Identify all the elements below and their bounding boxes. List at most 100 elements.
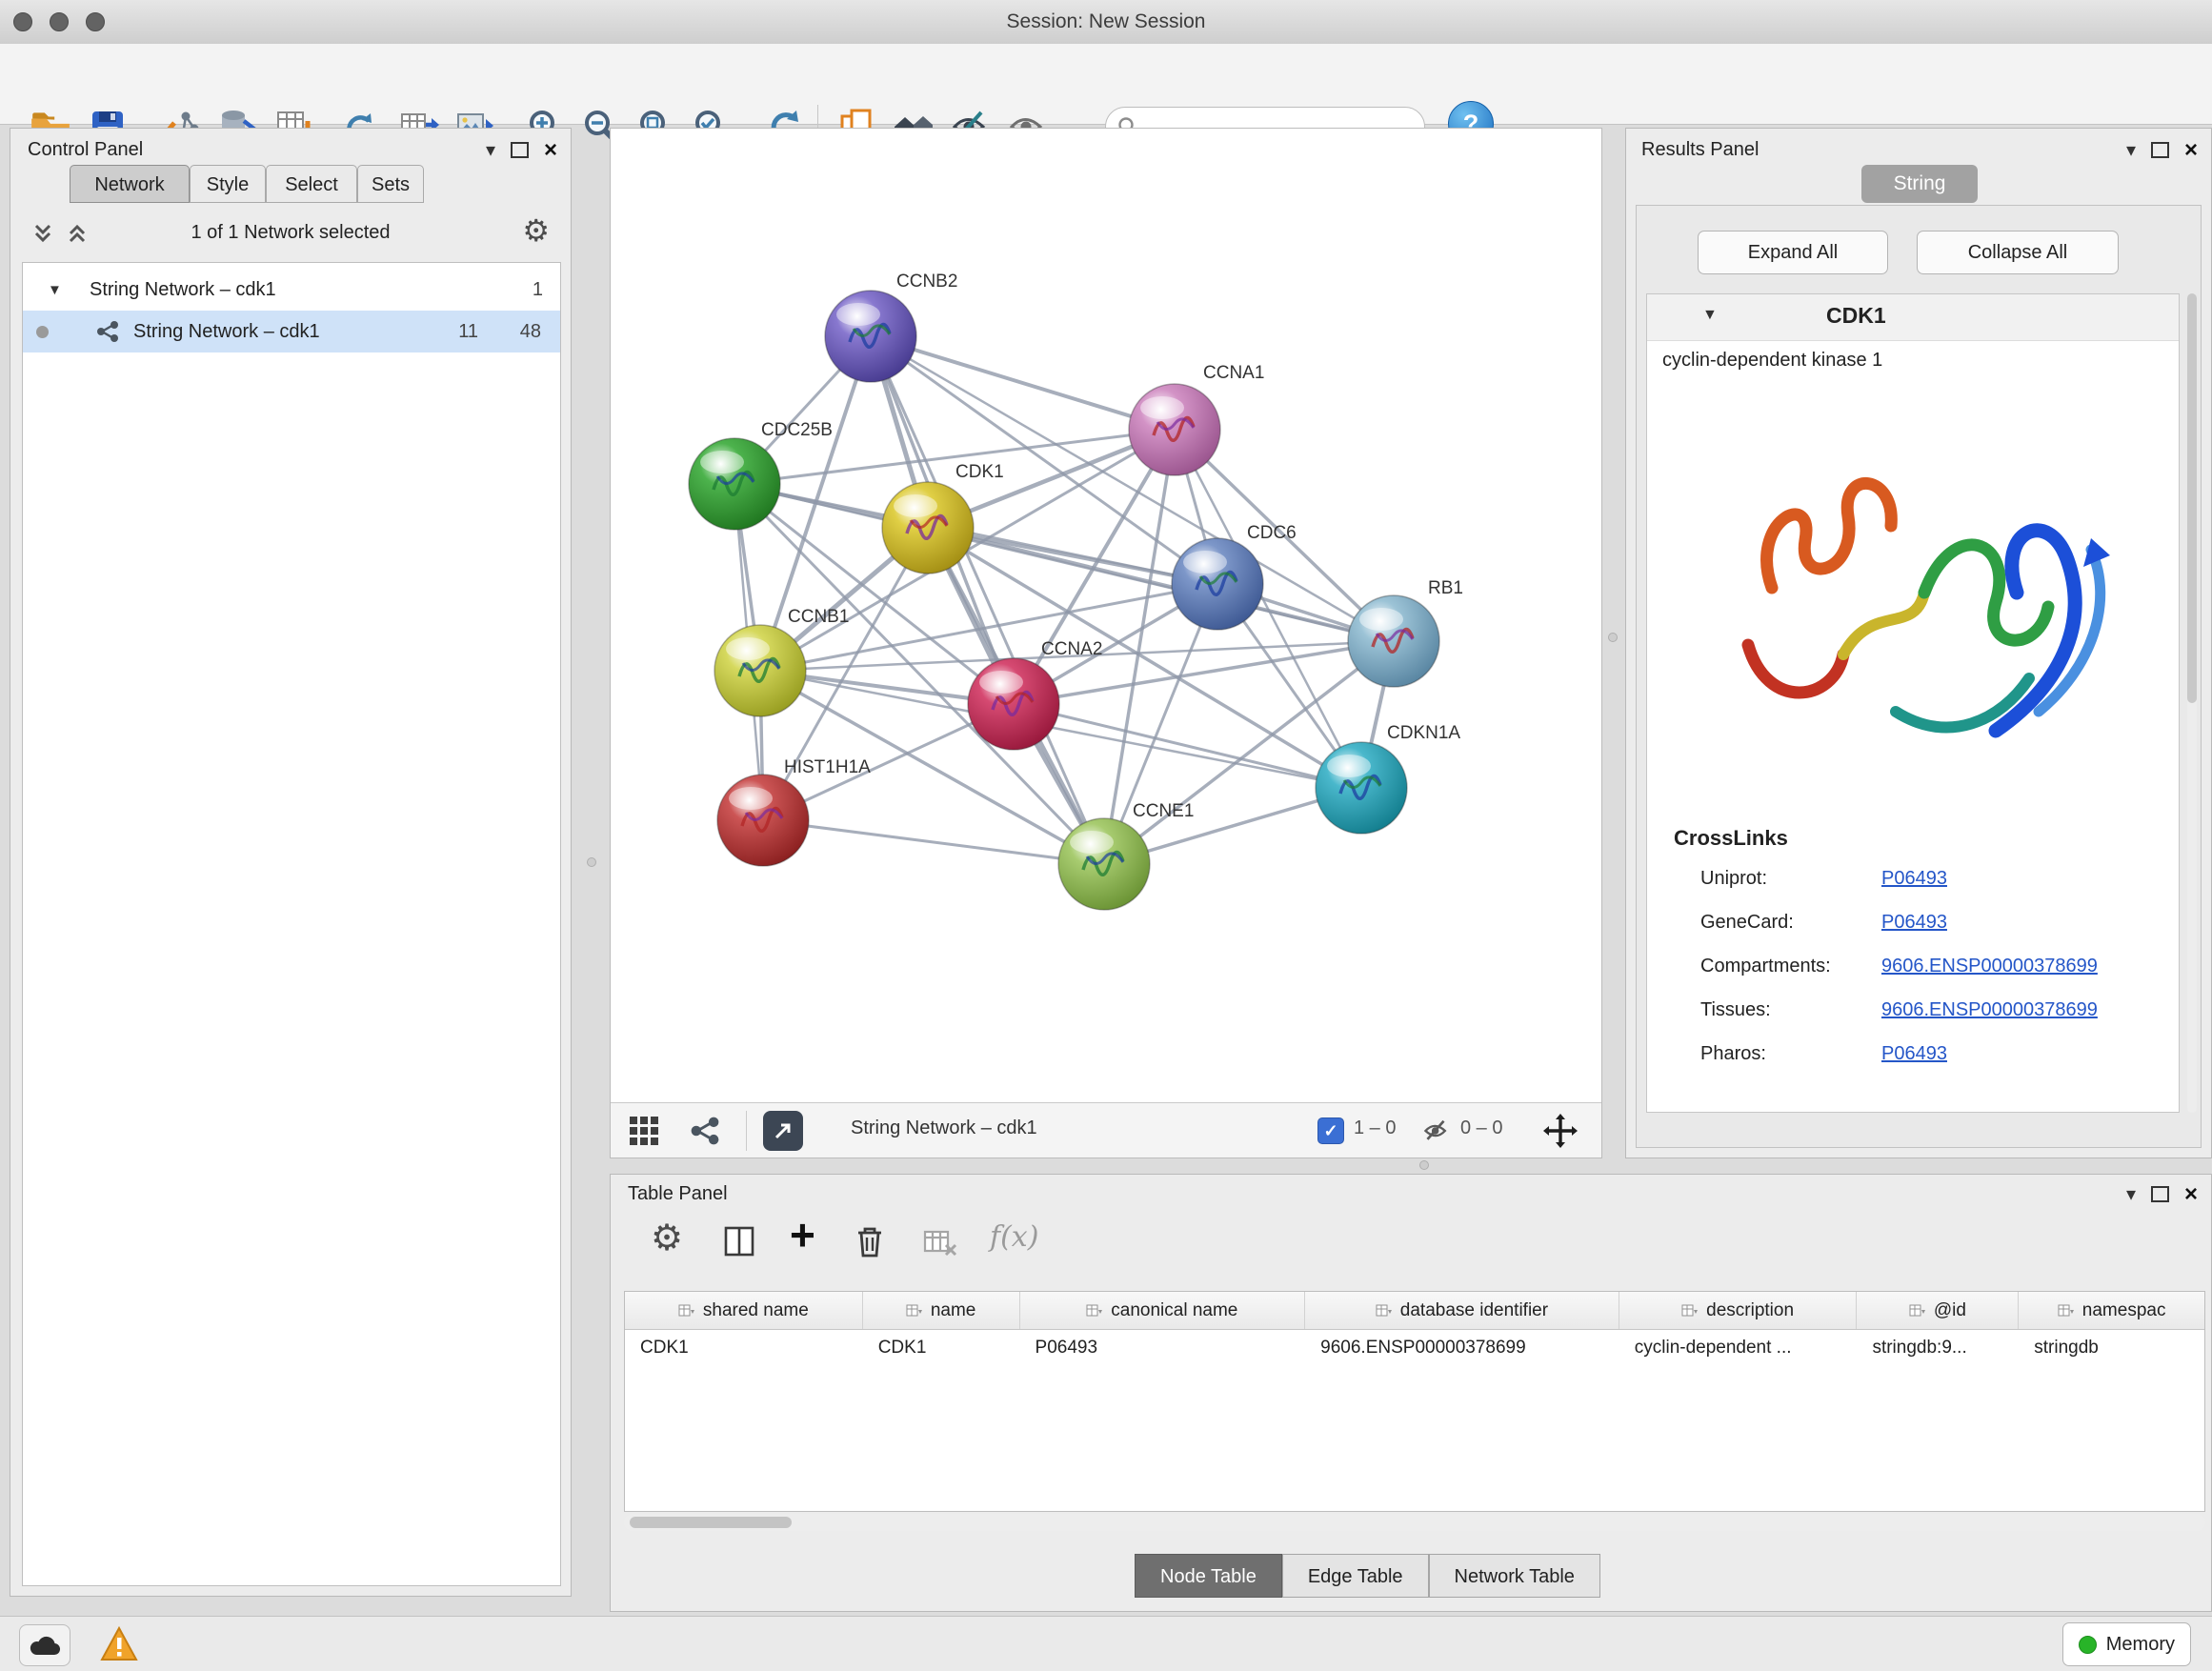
network-node-cdk1[interactable] [882, 482, 974, 574]
network-node-ccna1[interactable] [1129, 384, 1220, 475]
tab-sets[interactable]: Sets [357, 165, 424, 203]
add-column-button[interactable]: + [790, 1209, 815, 1260]
network-node-cdkn1a[interactable] [1316, 742, 1407, 834]
panel-close-icon[interactable]: × [2184, 139, 2198, 162]
network-options-gear-icon[interactable]: ⚙ [522, 212, 550, 249]
network-canvas[interactable]: CCNB2CCNA1CDC25BCDK1CDC6RB1CCNB1CCNA2CDK… [611, 129, 1601, 1102]
hidden-node-edge-count: 0 – 0 [1460, 1117, 1502, 1139]
node-gloss-highlight [1183, 551, 1227, 574]
hidden-eye-slash-icon[interactable] [1422, 1117, 1451, 1150]
table-horizontal-scrollbar[interactable] [624, 1514, 2205, 1531]
gene-collapse-caret-icon[interactable]: ▼ [1702, 307, 1718, 324]
network-edge[interactable] [871, 336, 1175, 430]
network-edge[interactable] [763, 820, 1104, 864]
crosshair-move-icon [1542, 1113, 1579, 1149]
table-cell[interactable]: P06493 [1020, 1330, 1306, 1368]
network-tree-root-row[interactable]: ▼ String Network – cdk1 1 [23, 269, 560, 311]
panel-dropdown-icon[interactable]: ▾ [2126, 138, 2136, 162]
column-header-icon [906, 1303, 923, 1319]
show-columns-button[interactable] [721, 1222, 759, 1265]
network-edge[interactable] [871, 336, 1104, 864]
table-cell[interactable]: CDK1 [625, 1330, 863, 1368]
panel-close-icon[interactable]: × [544, 139, 557, 162]
check-icon: ✓ [1323, 1121, 1337, 1141]
column-header[interactable]: namespac [2019, 1292, 2204, 1329]
crosslink-link[interactable]: P06493 [1881, 1043, 1947, 1065]
function-builder-button[interactable]: f(x) [990, 1220, 1038, 1254]
network-node-ccna2[interactable] [968, 658, 1059, 750]
panel-float-icon[interactable] [511, 142, 529, 158]
table-cell[interactable]: cyclin-dependent ... [1619, 1330, 1858, 1368]
expand-all-button[interactable]: Expand All [1698, 231, 1888, 274]
left-splitter-handle[interactable] [587, 857, 596, 867]
collapse-all-button[interactable]: Collapse All [1917, 231, 2119, 274]
network-tree-child-row[interactable]: String Network – cdk1 11 48 [23, 311, 560, 352]
table-cell[interactable]: 9606.ENSP00000378699 [1305, 1330, 1619, 1368]
network-edge[interactable] [1104, 430, 1175, 864]
column-header-label: database identifier [1400, 1300, 1548, 1321]
network-view-toolbar: String Network – cdk1 ✓ 1 – 0 0 – 0 [611, 1102, 1601, 1158]
network-node-cdc25b[interactable] [689, 438, 780, 530]
table-options-gear-icon[interactable]: ⚙ [651, 1217, 683, 1259]
table-cell[interactable]: stringdb [2019, 1330, 2204, 1368]
table-row[interactable]: CDK1 CDK1 P06493 9606.ENSP00000378699 cy… [625, 1330, 2204, 1368]
column-header[interactable]: database identifier [1305, 1292, 1619, 1329]
cloud-status-button[interactable] [19, 1624, 70, 1666]
table-panel-title: Table Panel [628, 1183, 728, 1205]
network-node-cdc6[interactable] [1172, 538, 1263, 630]
grid-icon [628, 1115, 660, 1147]
network-node-ccne1[interactable] [1058, 818, 1150, 910]
crosslink-link[interactable]: 9606.ENSP00000378699 [1881, 999, 2098, 1021]
table-cell[interactable]: stringdb:9... [1857, 1330, 2019, 1368]
warnings-button[interactable] [99, 1625, 139, 1668]
tab-style[interactable]: Style [190, 165, 266, 203]
tab-node-table[interactable]: Node Table [1135, 1554, 1282, 1598]
panel-float-icon[interactable] [2151, 142, 2169, 158]
column-header[interactable]: canonical name [1020, 1292, 1306, 1329]
network-node-rb1[interactable] [1348, 595, 1439, 687]
delete-table-button[interactable] [921, 1224, 959, 1267]
crosslink-link[interactable]: P06493 [1881, 868, 1947, 890]
network-view-panel: CCNB2CCNA1CDC25BCDK1CDC6RB1CCNB1CCNA2CDK… [610, 128, 1602, 1158]
panel-close-icon[interactable]: × [2184, 1183, 2198, 1206]
memory-button[interactable]: Memory [2062, 1622, 2191, 1666]
column-header[interactable]: shared name [625, 1292, 863, 1329]
panel-float-icon[interactable] [2151, 1186, 2169, 1202]
node-label: CCNB1 [788, 607, 849, 627]
tab-network[interactable]: Network [70, 165, 190, 203]
delete-column-button[interactable] [851, 1222, 889, 1265]
network-node-hist1h1a[interactable] [717, 775, 809, 866]
tab-edge-table[interactable]: Edge Table [1282, 1554, 1429, 1598]
birds-eye-view-button[interactable] [628, 1115, 660, 1152]
network-node-ccnb2[interactable] [825, 291, 916, 382]
node-gloss-highlight [1327, 755, 1371, 777]
pan-mode-button[interactable] [1542, 1113, 1579, 1154]
columns-icon [721, 1222, 759, 1260]
crosslink-link[interactable]: P06493 [1881, 912, 1947, 934]
string-network-button[interactable] [689, 1115, 721, 1152]
share-icon [689, 1115, 721, 1147]
tab-network-table[interactable]: Network Table [1429, 1554, 1600, 1598]
column-header[interactable]: description [1619, 1292, 1858, 1329]
gene-card-header[interactable]: ▼ CDK1 [1647, 294, 2179, 341]
panel-dropdown-icon[interactable]: ▾ [2126, 1182, 2136, 1206]
column-header[interactable]: name [863, 1292, 1020, 1329]
tree-expand-caret-icon[interactable]: ▼ [48, 282, 62, 298]
results-scrollbar[interactable] [2187, 293, 2197, 1113]
network-node-count: 11 [458, 321, 478, 343]
network-node-ccnb1[interactable] [714, 625, 806, 716]
panel-dropdown-icon[interactable]: ▾ [486, 138, 495, 162]
column-header[interactable]: @id [1857, 1292, 2019, 1329]
tab-select[interactable]: Select [266, 165, 357, 203]
column-header-label: description [1706, 1300, 1794, 1321]
bottom-splitter-handle[interactable] [1419, 1160, 1429, 1170]
tab-string[interactable]: String [1861, 165, 1978, 203]
crosslink-link[interactable]: 9606.ENSP00000378699 [1881, 956, 2098, 977]
network-selection-status: 1 of 1 Network selected [10, 222, 571, 244]
open-in-browser-button[interactable] [763, 1111, 803, 1151]
table-cell[interactable]: CDK1 [863, 1330, 1020, 1368]
selected-checkbox[interactable]: ✓ [1317, 1117, 1344, 1144]
main-toolbar: ? [0, 44, 2212, 125]
right-splitter-handle[interactable] [1608, 633, 1618, 642]
memory-status-dot-icon [2079, 1636, 2097, 1654]
